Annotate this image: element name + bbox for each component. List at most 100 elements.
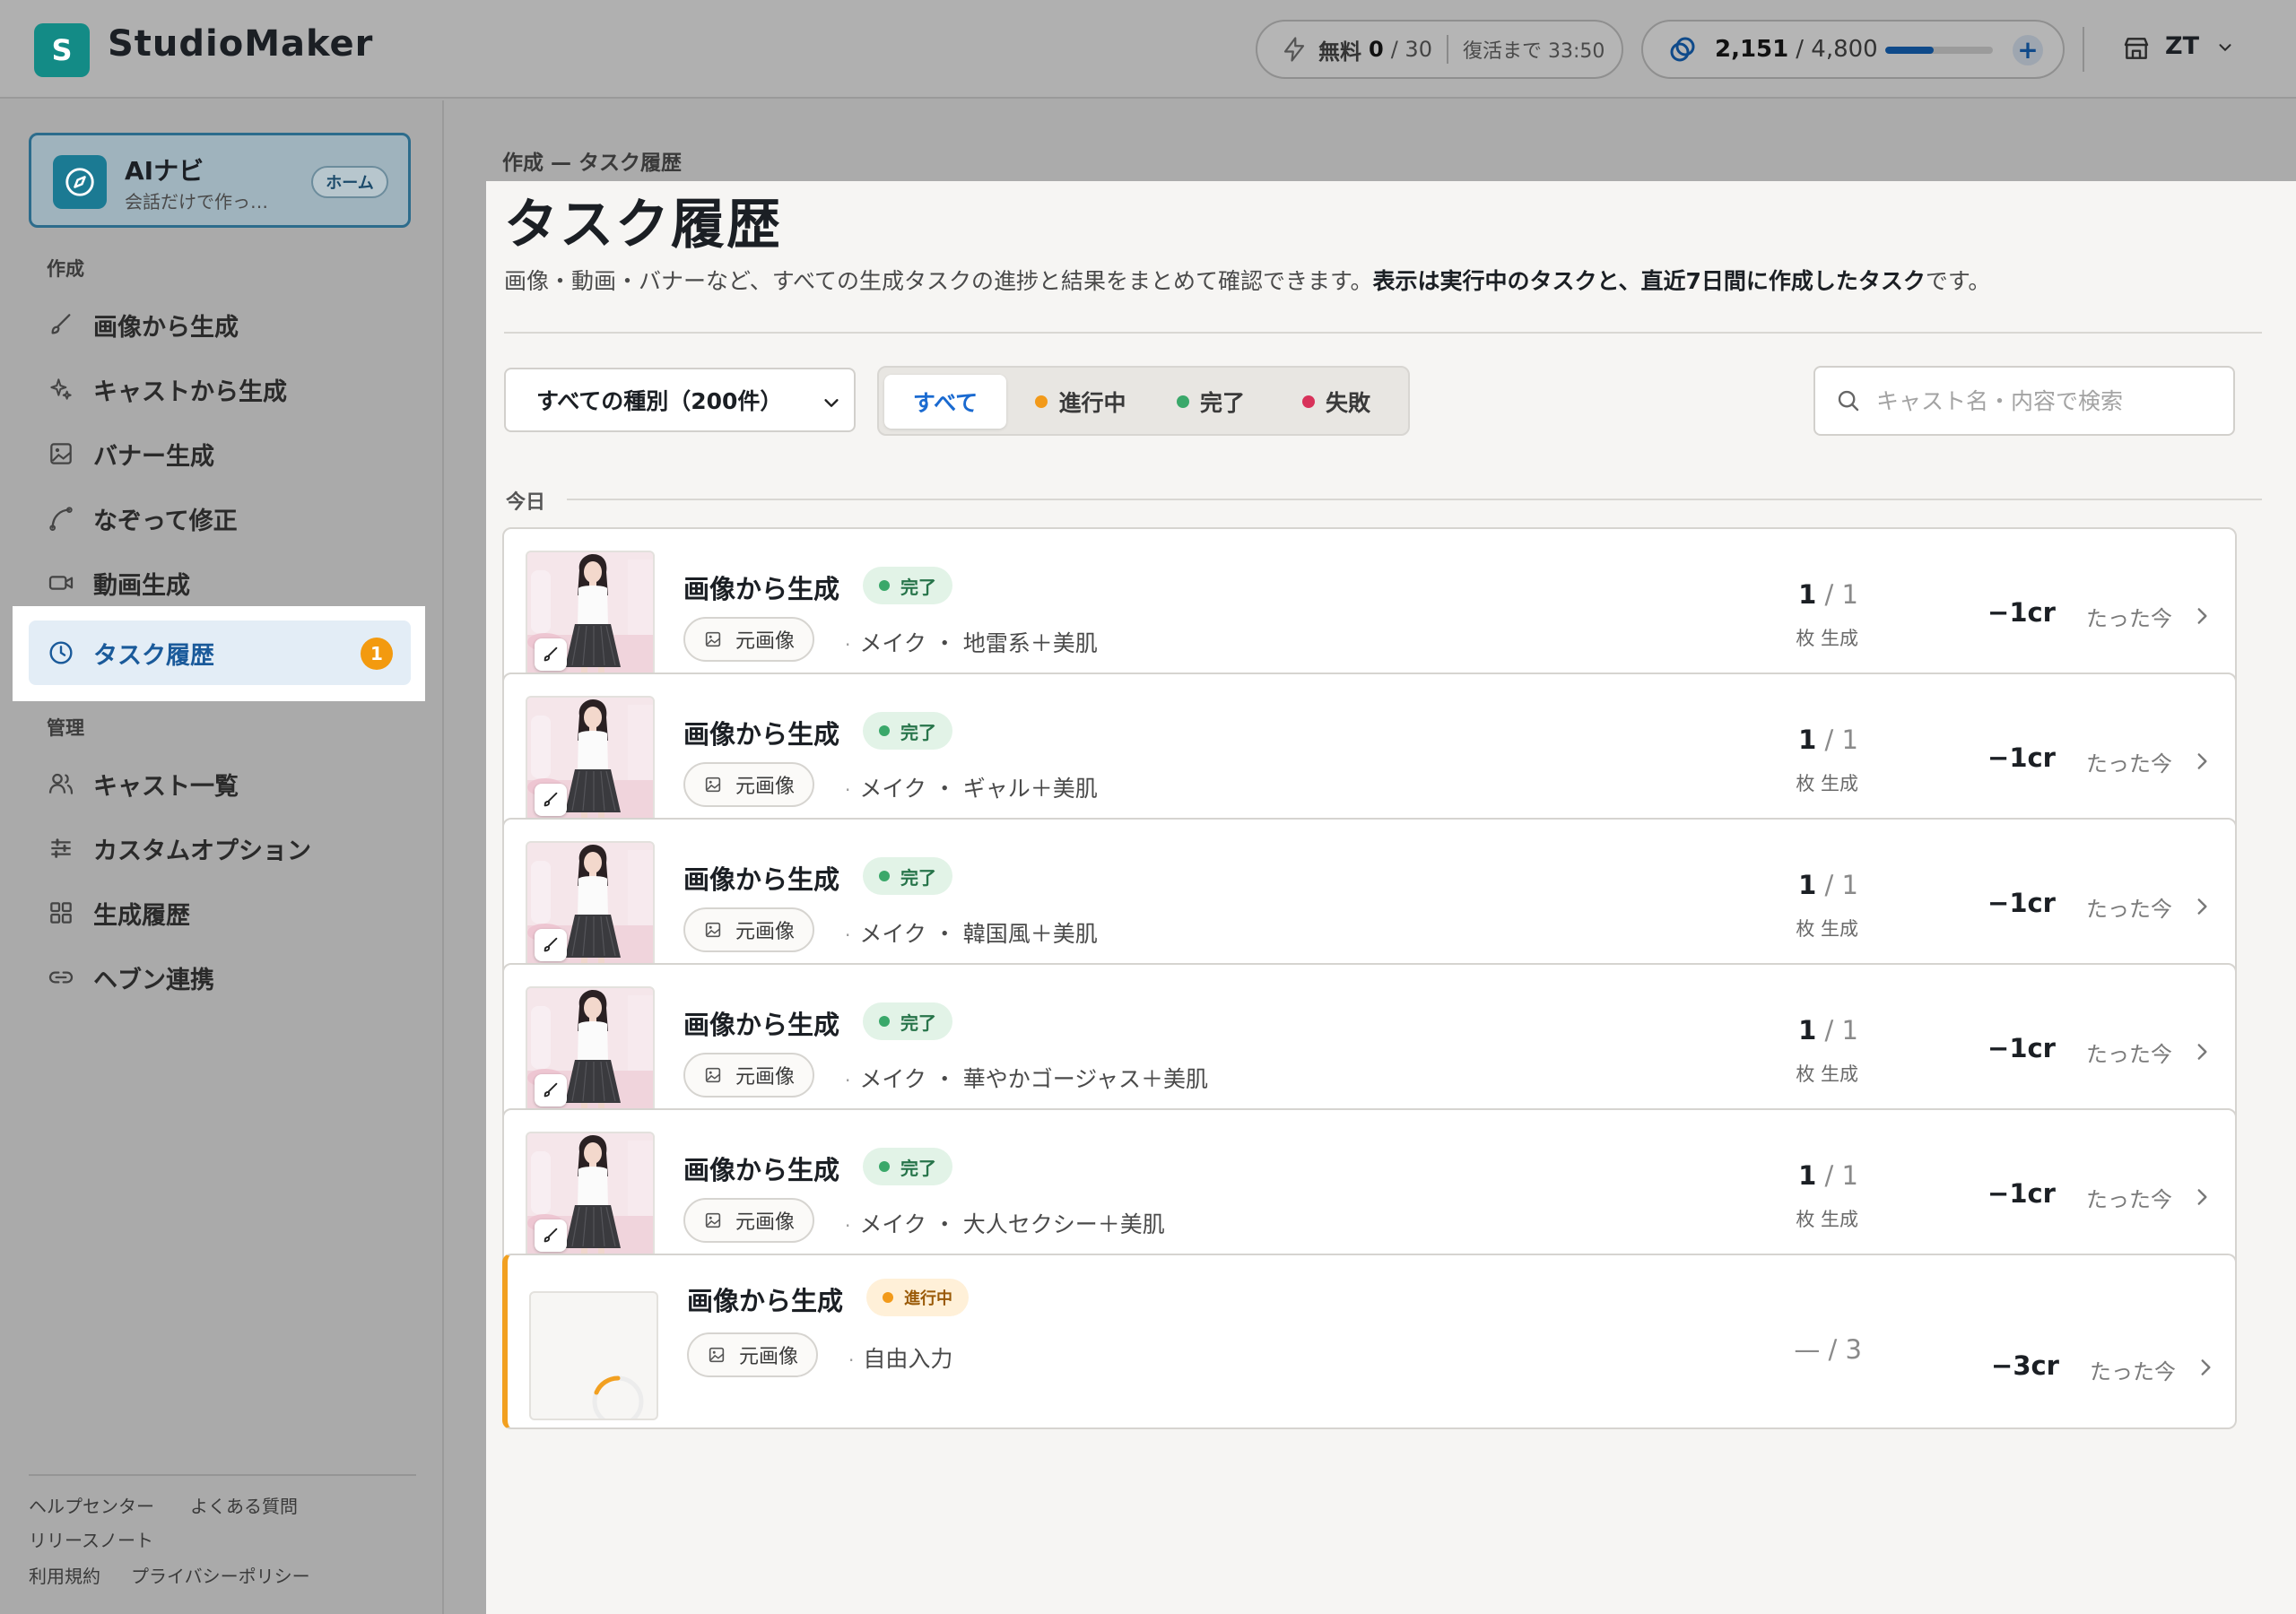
sidebar-item-label: 画像から生成 bbox=[93, 313, 239, 342]
credit-pill[interactable]: 2,151 / 4,800 + bbox=[1641, 20, 2065, 79]
generated-count: 1 / 1 bbox=[1733, 1015, 1858, 1046]
edit-brush-badge bbox=[535, 929, 567, 961]
group-divider bbox=[567, 499, 2262, 500]
chevron-right-icon[interactable] bbox=[2190, 895, 2213, 918]
tab-failed[interactable]: 失敗 bbox=[1274, 375, 1399, 429]
credit-cost: −3cr bbox=[1991, 1350, 2059, 1381]
task-time: たった今 bbox=[2090, 1359, 2176, 1384]
search-input[interactable] bbox=[1876, 387, 2217, 414]
source-image-chip[interactable]: 元画像 bbox=[687, 1332, 819, 1377]
sidebar-item-banner[interactable]: バナー生成 bbox=[29, 421, 411, 486]
credit-progress-fill bbox=[1885, 47, 1934, 54]
task-thumbnail[interactable] bbox=[529, 1291, 658, 1420]
app-logo[interactable]: S bbox=[34, 23, 90, 77]
lightning-icon bbox=[1283, 37, 1305, 62]
privacy-policy-link[interactable]: プライバシーポリシー bbox=[131, 1562, 310, 1588]
sidebar-item-heaven-link[interactable]: ヘブン連携 bbox=[29, 945, 411, 1010]
faq-link[interactable]: よくある質問 bbox=[190, 1492, 298, 1518]
source-image-chip[interactable]: 元画像 bbox=[683, 617, 815, 662]
search-box[interactable] bbox=[1813, 366, 2235, 436]
sidebar-item-task-history[interactable]: タスク履歴 1 bbox=[29, 620, 411, 685]
users-icon bbox=[48, 773, 74, 794]
task-thumbnail[interactable] bbox=[526, 696, 655, 825]
chevron-right-icon[interactable] bbox=[2190, 1185, 2213, 1209]
app-title[interactable]: StudioMaker bbox=[108, 23, 373, 65]
user-initials[interactable]: ZT bbox=[2165, 32, 2199, 60]
task-title: 画像から生成 bbox=[683, 574, 840, 604]
free-quota-pill[interactable]: 無料 0 / 30 復活まで 33:50 bbox=[1256, 20, 1623, 79]
image-icon bbox=[705, 1212, 721, 1228]
loading-spinner-icon bbox=[592, 1375, 644, 1419]
page-description: 画像・動画・バナーなど、すべての生成タスクの進捗と結果をまとめて確認できます。表… bbox=[504, 264, 1990, 296]
sidebar-item-image-generate[interactable]: 画像から生成 bbox=[29, 292, 411, 357]
chevron-right-icon[interactable] bbox=[2190, 604, 2213, 628]
task-time: たった今 bbox=[2086, 1042, 2172, 1067]
edit-brush-badge bbox=[535, 1074, 567, 1106]
task-status-badge: 完了 bbox=[863, 567, 952, 604]
task-thumbnail[interactable] bbox=[526, 551, 655, 680]
chevron-down-icon[interactable] bbox=[2215, 38, 2235, 57]
brush-icon bbox=[544, 937, 558, 952]
source-image-chip[interactable]: 元画像 bbox=[683, 762, 815, 807]
sidebar-item-generation-history[interactable]: 生成履歴 bbox=[29, 881, 411, 945]
chevron-right-icon[interactable] bbox=[2190, 1040, 2213, 1063]
type-filter-select[interactable]: すべての種別（200件） bbox=[504, 368, 856, 432]
task-options: · 自由入力 bbox=[848, 1341, 952, 1374]
source-image-chip[interactable]: 元画像 bbox=[683, 1053, 815, 1098]
source-image-chip[interactable]: 元画像 bbox=[683, 1198, 815, 1243]
brush-icon bbox=[544, 792, 558, 807]
tab-all[interactable]: すべて bbox=[884, 375, 1006, 429]
ai-navi-card[interactable]: AIナビ 会話だけで作っ… ホーム bbox=[29, 133, 411, 228]
sidebar-item-label: 動画生成 bbox=[93, 571, 190, 600]
sidebar-item-trace-fix[interactable]: なぞって修正 bbox=[29, 486, 411, 551]
task-thumbnail[interactable] bbox=[526, 1132, 655, 1261]
generated-total: / 1 bbox=[1824, 579, 1858, 610]
status-dot bbox=[883, 1292, 893, 1303]
help-center-link[interactable]: ヘルプセンター bbox=[29, 1492, 154, 1518]
credit-coin-icon bbox=[1670, 37, 1695, 62]
tab-running[interactable]: 進行中 bbox=[1013, 375, 1148, 429]
chevron-right-icon[interactable] bbox=[2190, 750, 2213, 773]
curve-icon bbox=[49, 507, 73, 532]
credit-cost: −1cr bbox=[1987, 888, 2056, 918]
tab-label: 進行中 bbox=[1058, 390, 1126, 416]
generated-total: / 1 bbox=[1824, 725, 1858, 755]
sidebar-item-cast-generate[interactable]: キャストから生成 bbox=[29, 357, 411, 421]
source-image-chip[interactable]: 元画像 bbox=[683, 907, 815, 952]
task-status-label: 完了 bbox=[900, 576, 936, 598]
chevron-right-icon[interactable] bbox=[2194, 1356, 2217, 1379]
task-options: · メイク ・ 地雷系＋美肌 bbox=[845, 626, 1098, 658]
generated-label: 枚 生成 bbox=[1796, 628, 1858, 649]
section-create-label: 作成 bbox=[47, 258, 84, 280]
generated-number: 1 bbox=[1798, 725, 1817, 755]
task-options: · メイク ・ 華やかゴージャス＋美肌 bbox=[845, 1062, 1208, 1094]
task-title: 画像から生成 bbox=[687, 1286, 844, 1316]
add-credit-button[interactable]: + bbox=[2013, 35, 2043, 65]
terms-link[interactable]: 利用規約 bbox=[29, 1562, 100, 1588]
task-thumbnail[interactable] bbox=[526, 841, 655, 970]
task-status-badge: 完了 bbox=[863, 1002, 952, 1040]
store-icon[interactable] bbox=[2122, 34, 2151, 63]
sidebar-item-label: カスタムオプション bbox=[93, 837, 311, 865]
sidebar-item-label: なぞって修正 bbox=[93, 507, 238, 535]
task-count-badge: 1 bbox=[361, 638, 393, 670]
sidebar-item-custom-options[interactable]: カスタムオプション bbox=[29, 816, 411, 881]
task-status-label: 完了 bbox=[900, 721, 936, 743]
meta-separator: · bbox=[845, 634, 851, 655]
tab-done[interactable]: 完了 bbox=[1157, 375, 1265, 429]
chevron-down-icon bbox=[824, 399, 839, 407]
sidebar-item-cast-list[interactable]: キャスト一覧 bbox=[29, 751, 411, 816]
task-thumbnail[interactable] bbox=[526, 986, 655, 1115]
task-card[interactable]: 画像から生成 進行中 元画像 · 自由入力 — / 3 −3cr たった今 bbox=[502, 1254, 2237, 1429]
link-icon bbox=[48, 971, 74, 984]
generated-label: 枚 生成 bbox=[1796, 1063, 1858, 1085]
task-options-text: メイク ・ 華やかゴージャス＋美肌 bbox=[859, 1066, 1209, 1092]
generated-number: 1 bbox=[1798, 870, 1817, 900]
home-chip[interactable]: ホーム bbox=[311, 166, 388, 198]
credit-progress-bar bbox=[1885, 47, 1993, 54]
release-notes-link[interactable]: リリースノート bbox=[29, 1526, 153, 1552]
meta-separator: · bbox=[845, 1070, 851, 1091]
task-title: 画像から生成 bbox=[683, 864, 840, 895]
status-filter-tabs: すべて 進行中 完了 失敗 bbox=[877, 366, 1410, 436]
free-max: / 30 bbox=[1390, 37, 1432, 62]
